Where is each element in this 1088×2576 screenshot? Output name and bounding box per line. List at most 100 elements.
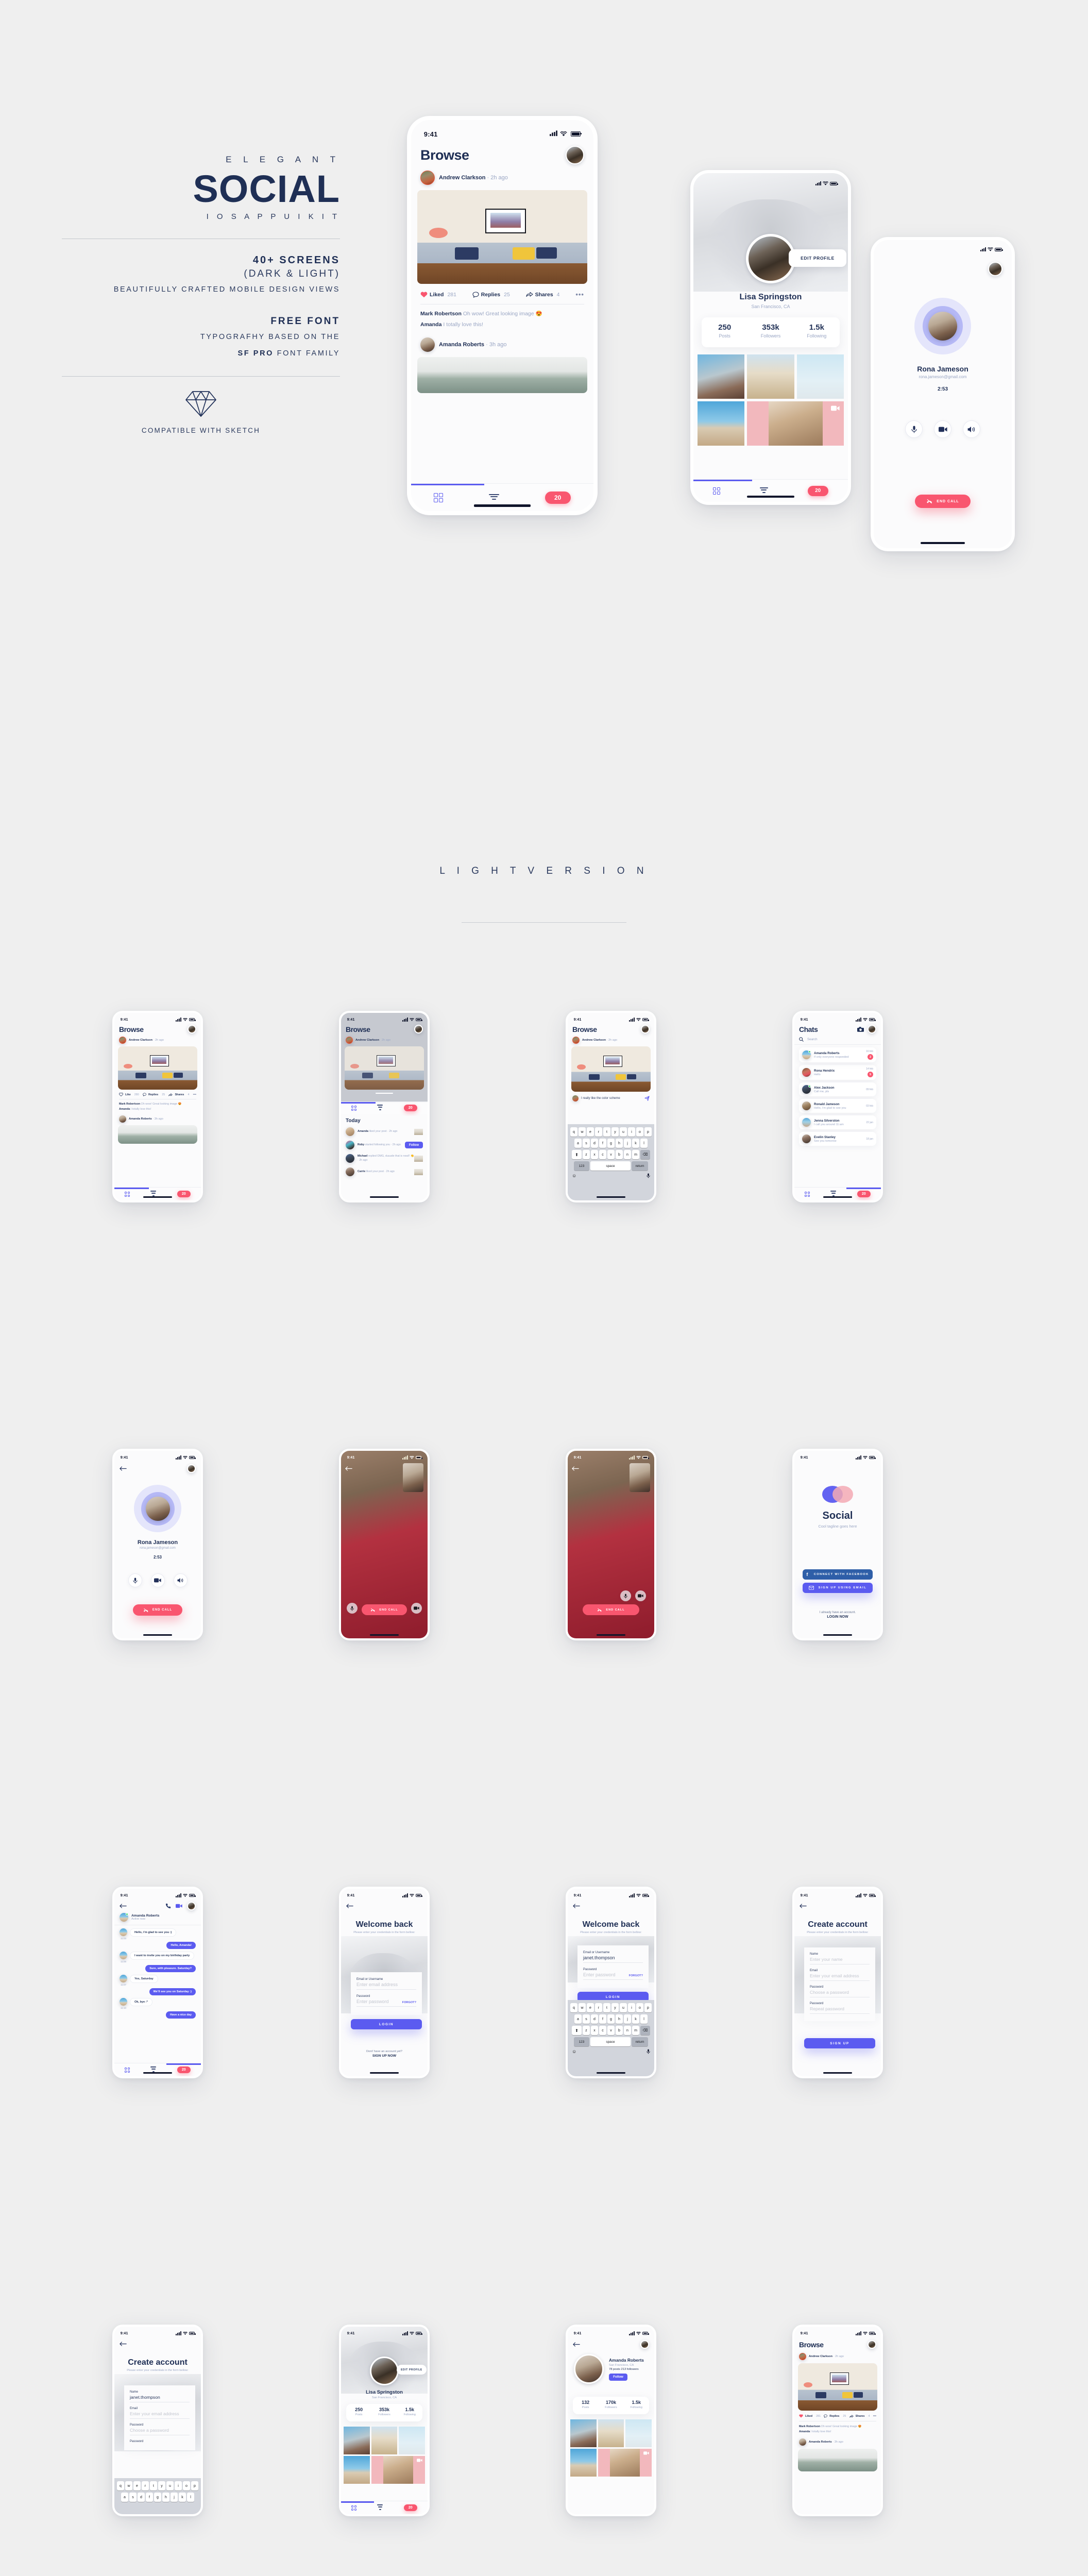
login-button[interactable]: LOGIN [351, 2019, 422, 2029]
mute-button[interactable] [620, 1590, 631, 1601]
replies-button[interactable]: Replies 25 [824, 2414, 846, 2418]
shares-button[interactable]: Shares 4 [849, 2415, 870, 2418]
forgot-password-link[interactable]: FORGOT? [402, 2001, 416, 2004]
replies-button[interactable]: Replies 25 [143, 1093, 165, 1096]
end-call-button[interactable]: END CALL [133, 1604, 182, 1616]
microphone-icon[interactable] [647, 2049, 650, 2054]
avatar[interactable] [566, 146, 584, 164]
email-field[interactable]: Enter email address [356, 1982, 416, 1987]
key-m[interactable]: m [632, 2026, 639, 2035]
key-k[interactable]: k [179, 2493, 186, 2502]
key-j[interactable]: j [624, 1139, 631, 1148]
post-image[interactable] [345, 1046, 424, 1090]
key-f[interactable]: f [146, 2493, 153, 2502]
avatar[interactable] [119, 1115, 126, 1123]
key-n[interactable]: n [624, 1150, 631, 1159]
post-image[interactable] [417, 357, 587, 393]
backspace-icon[interactable]: ⌫ [640, 2026, 650, 2035]
chat-list-item[interactable]: Evelin Stanley See you tomorow 18 jan [799, 1132, 876, 1146]
photo-tile[interactable] [570, 2449, 597, 2477]
key-e[interactable]: e [587, 2003, 594, 2012]
post-image[interactable] [118, 1125, 197, 1144]
key-i[interactable]: i [628, 1127, 635, 1137]
notification-count-pill[interactable]: 20 [807, 485, 828, 496]
chat-list-item[interactable]: Jenna Silverston I call you around 11:am… [799, 1115, 876, 1129]
space-key[interactable]: space [590, 1161, 631, 1171]
emoji-icon[interactable]: ☺ [572, 1173, 576, 1178]
key-n[interactable]: n [624, 2026, 631, 2035]
photo-tile[interactable] [399, 2427, 425, 2454]
avatar[interactable] [188, 1025, 196, 1033]
avatar[interactable] [868, 2340, 876, 2349]
key-t[interactable]: t [150, 2481, 157, 2490]
shares-button[interactable]: Shares 4 [168, 1093, 189, 1096]
key-r[interactable]: r [142, 2481, 149, 2490]
key-z[interactable]: z [583, 1150, 590, 1159]
key-l[interactable]: l [640, 1139, 648, 1148]
key-j[interactable]: j [171, 2493, 178, 2502]
post-image[interactable] [417, 190, 587, 284]
key-h[interactable]: h [616, 1139, 623, 1148]
notification-count-pill[interactable]: 20 [403, 1105, 417, 1111]
key-d[interactable]: d [591, 2014, 598, 2024]
back-arrow-icon[interactable] [573, 2342, 580, 2347]
end-call-button[interactable]: END CALL [362, 1604, 407, 1615]
key-h[interactable]: h [616, 2014, 623, 2024]
phone-icon[interactable] [165, 1903, 171, 1909]
key-v[interactable]: v [607, 1150, 615, 1159]
key-m[interactable]: m [632, 1150, 639, 1159]
key-t[interactable]: t [603, 1127, 610, 1137]
list-item[interactable]: Roby started following you · 2h ago Foll… [346, 1141, 423, 1149]
key-s[interactable]: s [583, 2014, 590, 2024]
chat-list-item[interactable]: Amanda Roberts If only everyone responde… [799, 1047, 876, 1062]
key-c[interactable]: c [599, 1150, 606, 1159]
avatar[interactable] [346, 1037, 353, 1044]
connect-facebook-button[interactable]: f CONNECT WITH FACEBOOK [803, 1569, 873, 1580]
photo-tile[interactable] [371, 2427, 398, 2454]
video-toggle-button[interactable] [934, 420, 951, 438]
key-f[interactable]: f [599, 1139, 606, 1148]
login-now-link[interactable]: LOGIN NOW [794, 1615, 881, 1619]
key-s[interactable]: s [129, 2493, 137, 2502]
key-b[interactable]: b [616, 1150, 623, 1159]
post-image[interactable] [571, 1046, 651, 1092]
key-b[interactable]: b [616, 2026, 623, 2035]
key-f[interactable]: f [599, 2014, 606, 2024]
password-field[interactable]: Enter password [583, 1972, 616, 1977]
photo-tile[interactable] [698, 354, 745, 399]
photo-tile[interactable] [598, 2449, 652, 2477]
end-call-button[interactable]: END CALL [915, 495, 971, 508]
key-s[interactable]: s [583, 1139, 590, 1148]
photo-tile[interactable] [625, 2419, 652, 2447]
key-y[interactable]: y [611, 1127, 619, 1137]
key-d[interactable]: d [591, 1139, 598, 1148]
chat-list-item[interactable]: Ronald Jameson Hello, i’m glad to see yo… [799, 1099, 876, 1113]
photo-tile[interactable] [747, 401, 844, 446]
mute-button[interactable] [905, 420, 923, 438]
key-u[interactable]: u [620, 1127, 627, 1137]
password-field[interactable]: Choose a password [130, 2428, 190, 2433]
camera-icon[interactable] [857, 1026, 864, 1032]
filter-icon[interactable] [488, 494, 499, 501]
notification-count-pill[interactable]: 20 [177, 1191, 191, 1197]
post-image[interactable] [798, 2449, 877, 2472]
shares-button[interactable]: Shares 4 [526, 292, 560, 298]
key-o[interactable]: o [183, 2481, 190, 2490]
grid-view-icon[interactable] [434, 493, 444, 502]
video-camera-icon[interactable] [176, 1904, 182, 1908]
replies-button[interactable]: Replies 25 [472, 292, 510, 298]
back-arrow-icon[interactable] [573, 1904, 580, 1908]
key-w[interactable]: w [579, 1127, 586, 1137]
email-field[interactable]: Enter your email address [130, 2411, 190, 2416]
like-button[interactable]: Liked 281 [420, 292, 456, 298]
avatar[interactable] [988, 262, 1002, 276]
key-o[interactable]: o [636, 2003, 643, 2012]
space-key[interactable]: space [590, 2037, 631, 2046]
like-button[interactable]: Liked 281 [799, 2414, 821, 2418]
signup-button[interactable]: SIGN UP [804, 2038, 875, 2048]
avatar[interactable] [799, 2353, 806, 2360]
return-key[interactable]: return [632, 2037, 648, 2046]
mute-button[interactable] [347, 1603, 358, 1614]
grid-view-icon[interactable] [125, 1191, 130, 1197]
email-field[interactable]: janet.thompson [583, 1955, 643, 1960]
